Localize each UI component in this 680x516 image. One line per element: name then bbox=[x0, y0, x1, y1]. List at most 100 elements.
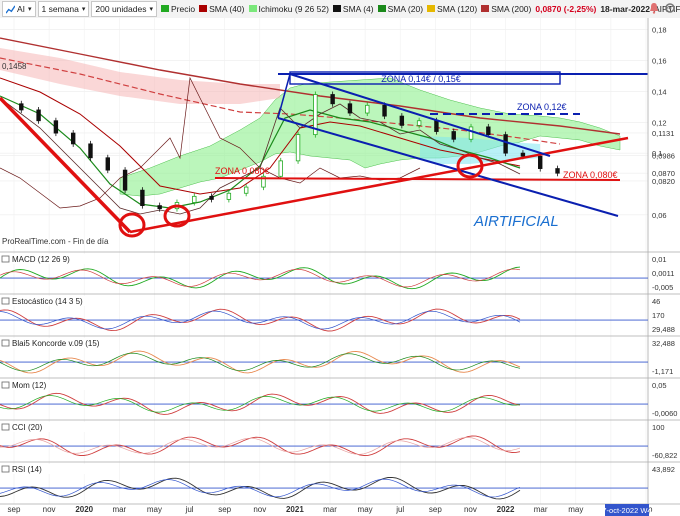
candle-body bbox=[365, 104, 370, 114]
x-tick-label: nov bbox=[43, 505, 56, 514]
legend-sma40[interactable]: SMA (40) bbox=[199, 4, 245, 14]
symbol-label: AI bbox=[17, 4, 26, 14]
source-label: ProRealTime.com - Fin de día bbox=[2, 237, 109, 246]
zone-high-label: ZONA 0,14€ / 0,15€ bbox=[381, 74, 461, 84]
legend-swatch-icon bbox=[332, 5, 341, 12]
candle-body bbox=[295, 134, 301, 162]
legend-sma4[interactable]: SMA (4) bbox=[332, 4, 374, 14]
chart-icon bbox=[6, 5, 15, 14]
chevron-down-icon: ▾ bbox=[149, 6, 153, 13]
y-tick-label: 0,06 bbox=[652, 211, 667, 220]
x-tick-label: jul bbox=[395, 505, 404, 514]
chart-canvas: ZONA 0,14€ / 0,15€ ZONA 0,12€ ZONA 0,080… bbox=[0, 18, 680, 516]
settings-icon[interactable] bbox=[664, 2, 676, 14]
candle-body bbox=[19, 103, 24, 111]
candle-body bbox=[192, 195, 197, 203]
indicator-tick-label: 100 bbox=[652, 423, 665, 432]
units-selector[interactable]: 200 unidades ▾ bbox=[91, 1, 157, 17]
x-tick-label: mar bbox=[534, 505, 548, 514]
indicator-name: MACD (12 26 9) bbox=[12, 255, 70, 264]
candle-body bbox=[330, 94, 335, 105]
candle-body bbox=[555, 168, 560, 174]
indicator-toggle-icon[interactable] bbox=[1, 381, 10, 389]
last-price: 0,0870 (-2,25%) bbox=[535, 4, 597, 14]
y-tick-label: 0,14 bbox=[652, 87, 667, 96]
x-tick-label: nov bbox=[253, 505, 266, 514]
y-tick-label: 0,18 bbox=[652, 26, 667, 35]
candle-body bbox=[468, 126, 474, 140]
candle-body bbox=[434, 120, 439, 132]
legend-swatch-icon bbox=[160, 5, 169, 12]
x-tick-label: mar bbox=[323, 505, 337, 514]
indicator-tick-label: -0,005 bbox=[652, 283, 673, 292]
zone-low-right-label: ZONA 0,080€ bbox=[563, 170, 618, 180]
indicator-toggle-icon[interactable] bbox=[1, 297, 10, 305]
candle-body bbox=[486, 126, 491, 136]
x-tick-label: sep bbox=[8, 505, 21, 514]
indicator-name: Blai5 Koncorde v.09 (15) bbox=[12, 339, 100, 348]
candle-body bbox=[36, 109, 41, 122]
indicator-tick-label: 43,892 bbox=[652, 465, 675, 474]
candle-body bbox=[105, 157, 110, 171]
candle-body bbox=[88, 143, 93, 159]
x-tick-label: may bbox=[358, 505, 373, 514]
period-label: 1 semana bbox=[41, 4, 79, 14]
bell-icon[interactable] bbox=[648, 2, 660, 14]
y-tick-label: 0,0986 bbox=[652, 151, 675, 160]
candle-body bbox=[278, 160, 283, 177]
y-tick-label: 0,16 bbox=[652, 57, 667, 66]
indicator-toggle-icon[interactable] bbox=[1, 465, 10, 473]
period-selector[interactable]: 1 semana ▾ bbox=[37, 1, 90, 17]
candle-body bbox=[243, 186, 249, 194]
candle-body bbox=[226, 192, 232, 200]
candle-body bbox=[347, 103, 353, 114]
candle-body bbox=[538, 155, 543, 169]
indicator-tick-label: -60,822 bbox=[652, 451, 677, 460]
indicator-tick-label: 0,0011 bbox=[652, 269, 674, 278]
candle-body bbox=[122, 169, 128, 191]
legend-sma120[interactable]: SMA (120) bbox=[427, 4, 477, 14]
indicator-tick-label: 46 bbox=[652, 297, 660, 306]
candle-body bbox=[140, 189, 145, 207]
indicator-toggle-icon[interactable] bbox=[1, 423, 10, 431]
candle-body bbox=[157, 205, 162, 210]
symbol-selector[interactable]: AI ▾ bbox=[2, 1, 36, 17]
legend-price[interactable]: Precio bbox=[160, 4, 195, 14]
candle-body bbox=[503, 134, 508, 154]
indicator-panels: MACD (12 26 9) 0,01 0,0011 -0,005 Estocástic… bbox=[0, 251, 680, 505]
indicator-tick-label: 170 bbox=[652, 311, 665, 320]
x-tick-label: 2020 bbox=[75, 505, 93, 514]
indicator-name: Mom (12) bbox=[12, 381, 47, 390]
x-tick-label: mar bbox=[112, 505, 126, 514]
legend-sma200[interactable]: SMA (200) bbox=[481, 4, 531, 14]
legend-swatch-icon bbox=[248, 5, 257, 12]
legend-swatch-icon bbox=[199, 5, 208, 12]
legend-swatch-icon bbox=[427, 5, 436, 12]
chevron-down-icon: ▾ bbox=[81, 6, 86, 13]
indicator-tick-label: 0,01 bbox=[652, 255, 667, 264]
legend-swatch-icon bbox=[377, 5, 386, 12]
indicator-toggle-icon[interactable] bbox=[1, 255, 10, 263]
indicator-name: RSI (14) bbox=[12, 465, 42, 474]
indicator-tick-label: 0,05 bbox=[652, 381, 667, 390]
candle-body bbox=[53, 120, 59, 134]
candle-body bbox=[520, 152, 526, 157]
top-value-label: 0,1458 bbox=[2, 62, 27, 71]
zone-low-left-label: ZONA 0,080€ bbox=[215, 166, 270, 176]
legend-ichimoku[interactable]: Ichimoku (9 26 52) bbox=[248, 4, 329, 14]
x-tick-label: jul bbox=[185, 505, 194, 514]
x-tick-label: sep bbox=[429, 505, 442, 514]
legend-sma20[interactable]: SMA (20) bbox=[377, 4, 423, 14]
zone-mid-label: ZONA 0,12€ bbox=[517, 102, 567, 112]
chevron-down-icon: ▾ bbox=[28, 6, 32, 13]
candle-body bbox=[416, 120, 422, 126]
x-tick-label: may bbox=[568, 505, 583, 514]
x-tick-label: 2021 bbox=[286, 505, 304, 514]
indicator-tick-label: 32,488 bbox=[652, 339, 675, 348]
units-label: 200 unidades bbox=[95, 4, 147, 14]
date-footer-label: 17-oct-2022 W42 bbox=[598, 506, 656, 515]
x-tick-label: nov bbox=[464, 505, 477, 514]
indicator-toggle-icon[interactable] bbox=[1, 339, 10, 347]
y-tick-label: 0,12 bbox=[652, 118, 667, 127]
y-tick-label: 0,1131 bbox=[652, 129, 674, 138]
